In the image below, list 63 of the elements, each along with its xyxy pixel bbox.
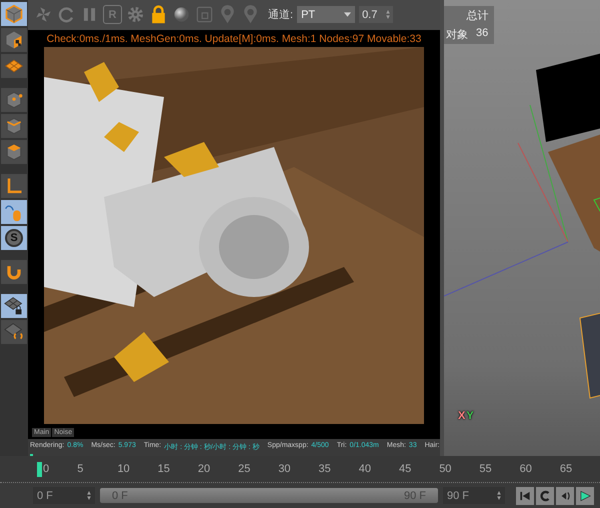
current-frame-marker[interactable] (37, 462, 42, 476)
transport-button[interactable] (576, 486, 594, 504)
tool-button[interactable] (1, 88, 27, 112)
range-start: 0 F (112, 490, 128, 502)
frame-number: 55 (479, 463, 492, 475)
transport-button[interactable] (556, 486, 574, 504)
tool-button[interactable] (1, 174, 27, 198)
frame-number: 0 (43, 463, 50, 475)
axis-label: Y (466, 410, 474, 422)
range-track[interactable]: 0 F 90 F (100, 488, 438, 503)
frame-number: 20 (198, 463, 210, 475)
axis-label: X (458, 410, 466, 422)
cube-polygons-icon (4, 142, 24, 162)
grid-refresh-icon (4, 322, 24, 342)
sphere-icon[interactable] (172, 5, 191, 24)
spinner-icon (87, 491, 91, 500)
frame-number: 40 (358, 463, 371, 475)
grid-lock-icon (4, 296, 24, 316)
frame-number: 5 (77, 463, 84, 475)
range-end: 90 F (404, 490, 426, 502)
transport-button[interactable] (516, 486, 534, 504)
tool-button[interactable] (1, 54, 27, 78)
channel-label: 通道: (268, 8, 294, 22)
frame-number: 30 (278, 463, 291, 475)
tool-button[interactable] (1, 320, 27, 344)
tool-button[interactable]: S (1, 226, 27, 250)
checker-cube-icon (4, 30, 24, 50)
loop-icon (538, 488, 552, 502)
transport-button[interactable] (536, 486, 554, 504)
dropdown-arrow-icon (344, 12, 352, 18)
frame-number: 25 (238, 463, 250, 475)
start-frame-field[interactable]: 0 F (33, 487, 95, 504)
frame-number: 15 (158, 463, 170, 475)
frame-number: 65 (560, 463, 572, 475)
cube-points-icon (4, 90, 24, 110)
stats-text: Check:0ms./1ms. MeshGen:0ms. Update[M]:0ms. Mesh:1 Nodes:97 Movable:33 (46, 32, 422, 47)
tool-button[interactable] (1, 28, 27, 52)
frame-number: 50 (439, 463, 452, 475)
s-icon: S (5, 229, 23, 247)
hud-header: 总计 (466, 9, 488, 23)
tool-button[interactable] (1, 114, 27, 138)
tool-button[interactable] (1, 140, 27, 164)
refresh-icon[interactable] (57, 5, 76, 24)
lock-icon[interactable] (149, 5, 168, 24)
channel-dropdown[interactable]: PT (297, 6, 356, 24)
cube-icon (4, 4, 24, 24)
spinner-icon (386, 10, 390, 20)
frame-number: 60 (520, 463, 532, 475)
frame-number: 45 (398, 463, 412, 475)
pinwheel-icon[interactable] (34, 5, 53, 24)
frame-number: 10 (117, 463, 130, 475)
value-field[interactable]: 0.7 (359, 6, 394, 24)
spinner-icon (497, 491, 501, 500)
hud-value: 36 (476, 27, 488, 41)
frame-number: 35 (318, 463, 331, 475)
settings-icon[interactable] (126, 5, 145, 24)
tool-button[interactable] (1, 294, 27, 318)
play-icon (578, 488, 592, 502)
tool-button[interactable] (1, 2, 27, 26)
cube-edges-icon (4, 116, 24, 136)
end-frame-field[interactable]: 90 F (443, 487, 505, 504)
hud-label: 对象 (446, 28, 468, 42)
tool-button[interactable] (1, 260, 27, 284)
